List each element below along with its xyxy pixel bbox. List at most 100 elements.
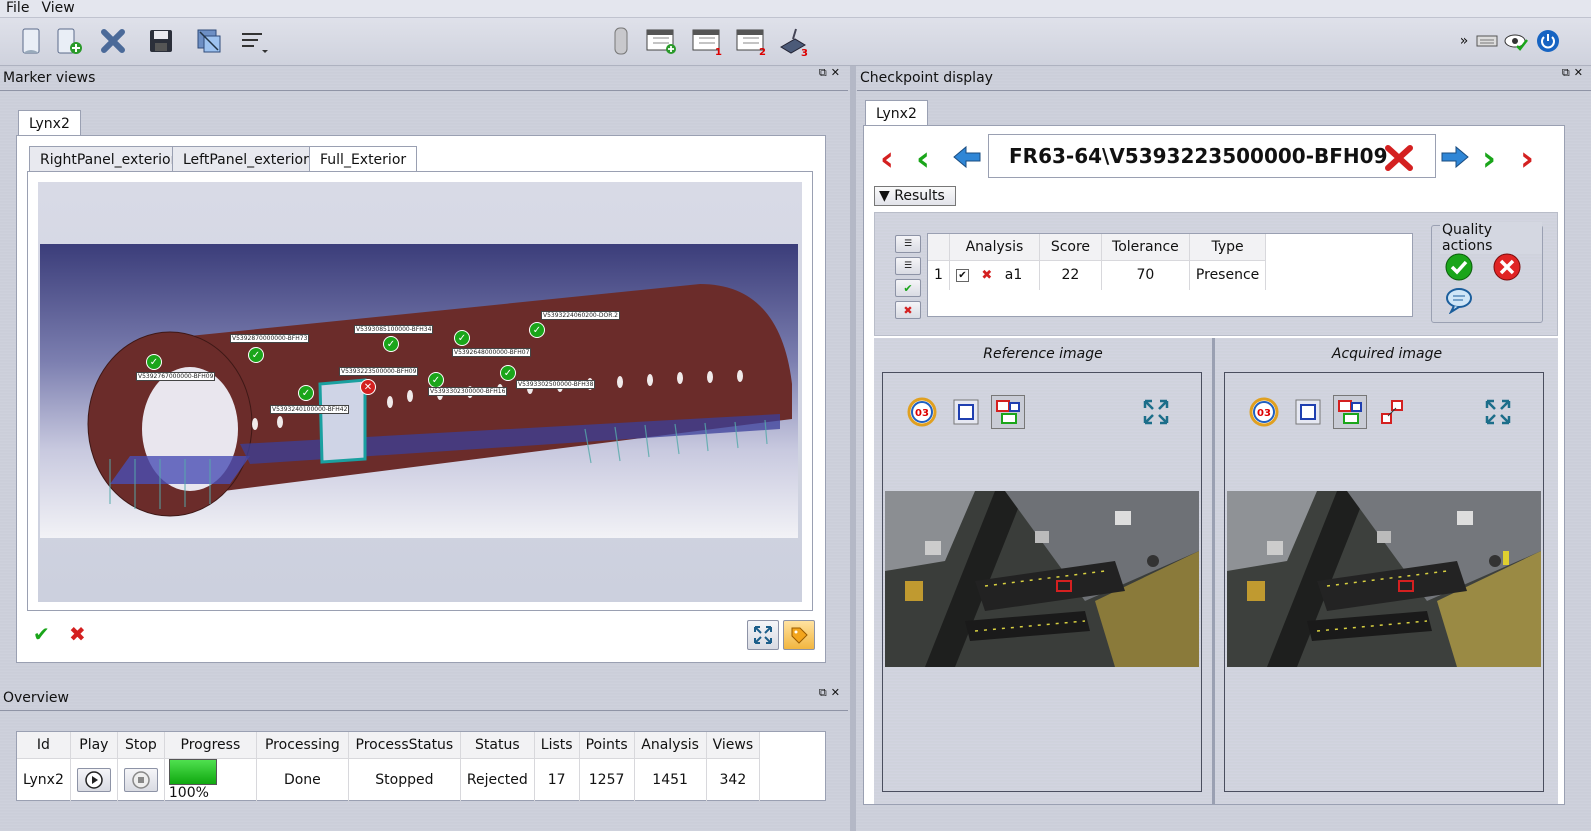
col-header[interactable]: Tolerance	[1101, 234, 1190, 261]
box-offset-icon[interactable]	[1375, 395, 1409, 429]
prev-blue-arrow-icon[interactable]	[952, 144, 982, 174]
reference-camera-image[interactable]	[885, 491, 1199, 667]
marker-ok-icon[interactable]: ✓	[146, 354, 162, 370]
multi-box-icon[interactable]	[991, 395, 1025, 429]
col-header[interactable]: Status	[460, 732, 535, 759]
menu-file[interactable]: File	[0, 0, 35, 17]
eye-check-icon[interactable]	[1502, 24, 1530, 58]
reject-cross-icon[interactable]: ✖	[69, 622, 86, 646]
tab-left-panel[interactable]: LeftPanel_exterior	[172, 146, 320, 172]
results-toggle[interactable]: ▼ Results	[874, 186, 956, 206]
collapse-triangle-icon: ▼	[879, 188, 890, 204]
comment-icon[interactable]	[1444, 286, 1474, 318]
col-header[interactable]: Score	[1039, 234, 1102, 261]
single-box-icon[interactable]	[949, 395, 983, 429]
col-header[interactable]: Processing	[256, 732, 349, 759]
cell-views: 342	[706, 758, 761, 801]
play-button[interactable]	[76, 767, 111, 792]
scanner-3-icon[interactable]: 3	[776, 24, 810, 58]
open-file-icon[interactable]	[14, 24, 48, 58]
dock-float-close-buttons[interactable]: ⧉✕	[819, 686, 844, 700]
cell-lists: 17	[534, 758, 580, 801]
table-1-icon[interactable]: 1	[690, 24, 724, 58]
dock-splitter[interactable]	[850, 66, 856, 831]
stop-cell	[117, 758, 165, 801]
layers-icon[interactable]	[192, 24, 226, 58]
cylinder-icon[interactable]	[604, 24, 638, 58]
marker-ok-icon[interactable]: ✓	[248, 347, 264, 363]
svg-text:3: 3	[801, 48, 808, 57]
col-header[interactable]: Stop	[117, 732, 165, 759]
next-blue-arrow-icon[interactable]	[1440, 144, 1470, 174]
marker-ok-icon[interactable]: ✓	[428, 372, 444, 388]
marker-ok-icon[interactable]: ✓	[529, 322, 545, 338]
marker-ok-icon[interactable]: ✓	[454, 330, 470, 346]
marker-ok-icon[interactable]: ✓	[383, 336, 399, 352]
cell-processing: Done	[256, 758, 349, 801]
dock-float-close-buttons[interactable]: ⧉✕	[1562, 66, 1587, 80]
approve-icon[interactable]	[1444, 252, 1474, 286]
overflow-chevron-icon[interactable]: »	[1456, 24, 1472, 58]
fail-cross-icon: ✖	[981, 268, 993, 284]
marker-label: V5393085100000-BFH34	[354, 325, 434, 334]
single-box-icon[interactable]	[1291, 395, 1325, 429]
col-header[interactable]: ProcessStatus	[348, 732, 461, 759]
accept-check-icon[interactable]: ✔	[33, 622, 50, 646]
tab-right-panel[interactable]: RightPanel_exterior	[29, 146, 188, 172]
badge-03-icon[interactable]: 03	[1247, 395, 1281, 429]
tag-button[interactable]	[783, 620, 815, 650]
list-icon: ☰	[903, 239, 913, 249]
col-header[interactable]: Id	[17, 732, 71, 759]
power-icon[interactable]	[1534, 24, 1562, 58]
results-label: Results	[894, 188, 945, 204]
filter-fail-button[interactable]: ✖	[895, 301, 921, 319]
tab-lynx2[interactable]: Lynx2	[18, 110, 81, 136]
viewer-bg: ✓ ✓ ✓ ✓ ✓ ✕ ✓ ✓ ✓ V5392767000000-BFH09 V…	[38, 182, 802, 602]
filter-ok-button[interactable]: ✔	[895, 279, 921, 297]
expand-list-button[interactable]: ☰	[895, 235, 921, 253]
list-menu-icon[interactable]	[236, 24, 270, 58]
keyboard-icon[interactable]	[1474, 24, 1500, 58]
table-2-icon[interactable]: 2	[734, 24, 768, 58]
add-file-icon[interactable]	[52, 24, 86, 58]
tab-lynx2-checkpoint[interactable]: Lynx2	[865, 100, 928, 126]
fullscreen-button[interactable]	[747, 620, 779, 650]
tab-full-exterior[interactable]: Full_Exterior	[309, 146, 418, 174]
col-header[interactable]: Type	[1189, 234, 1267, 261]
marker-ok-icon[interactable]: ✓	[500, 365, 516, 381]
row-checkbox[interactable]: ✔	[955, 268, 969, 282]
acquired-camera-image[interactable]	[1227, 491, 1541, 667]
marker-fail-icon[interactable]: ✕	[360, 379, 376, 395]
image-splitter[interactable]	[1212, 338, 1215, 804]
menu-view[interactable]: View	[35, 0, 80, 17]
collapse-list-button[interactable]: ☰	[895, 257, 921, 275]
delete-icon[interactable]	[96, 24, 130, 58]
table-add-icon[interactable]	[644, 24, 678, 58]
col-header[interactable]: Points	[579, 732, 635, 759]
col-header[interactable]: Analysis	[634, 732, 707, 759]
col-header[interactable]: Play	[70, 732, 118, 759]
table-row[interactable]: Lynx2 100% Done Stopped Rejected 17 1257…	[17, 758, 761, 801]
fullscreen-expand-icon[interactable]	[1139, 395, 1173, 429]
stop-button[interactable]	[123, 767, 158, 792]
marker-ok-icon[interactable]: ✓	[298, 385, 314, 401]
acquired-image-title: Acquired image	[1331, 346, 1443, 362]
prev-green-arrow-icon[interactable]: ‹	[916, 142, 930, 176]
badge-03-icon[interactable]: 03	[905, 395, 939, 429]
next-green-arrow-icon[interactable]: ›	[1482, 142, 1496, 176]
fuselage-3d-view[interactable]: ✓ ✓ ✓ ✓ ✓ ✕ ✓ ✓ ✓ V5392767000000-BFH09 V…	[40, 244, 798, 538]
col-header[interactable]: Analysis	[949, 234, 1040, 261]
first-red-arrow-icon[interactable]: ‹	[880, 142, 894, 176]
dock-float-close-buttons[interactable]: ⧉✕	[819, 66, 844, 80]
multi-box-icon[interactable]	[1333, 395, 1367, 429]
svg-text:2: 2	[759, 47, 766, 56]
col-header[interactable]: Views	[706, 732, 761, 759]
table-row[interactable]: 1 ✔ ✖ a1 22 70 Presence	[928, 260, 1267, 290]
checkpoint-path-field[interactable]: FR63-64\V5393223500000-BFH09	[988, 134, 1436, 178]
last-red-arrow-icon[interactable]: ›	[1520, 142, 1534, 176]
col-header[interactable]: Progress	[164, 732, 257, 759]
reject-icon[interactable]	[1492, 252, 1522, 286]
save-icon[interactable]	[144, 24, 178, 58]
fullscreen-expand-icon[interactable]	[1481, 395, 1515, 429]
col-header[interactable]: Lists	[534, 732, 580, 759]
